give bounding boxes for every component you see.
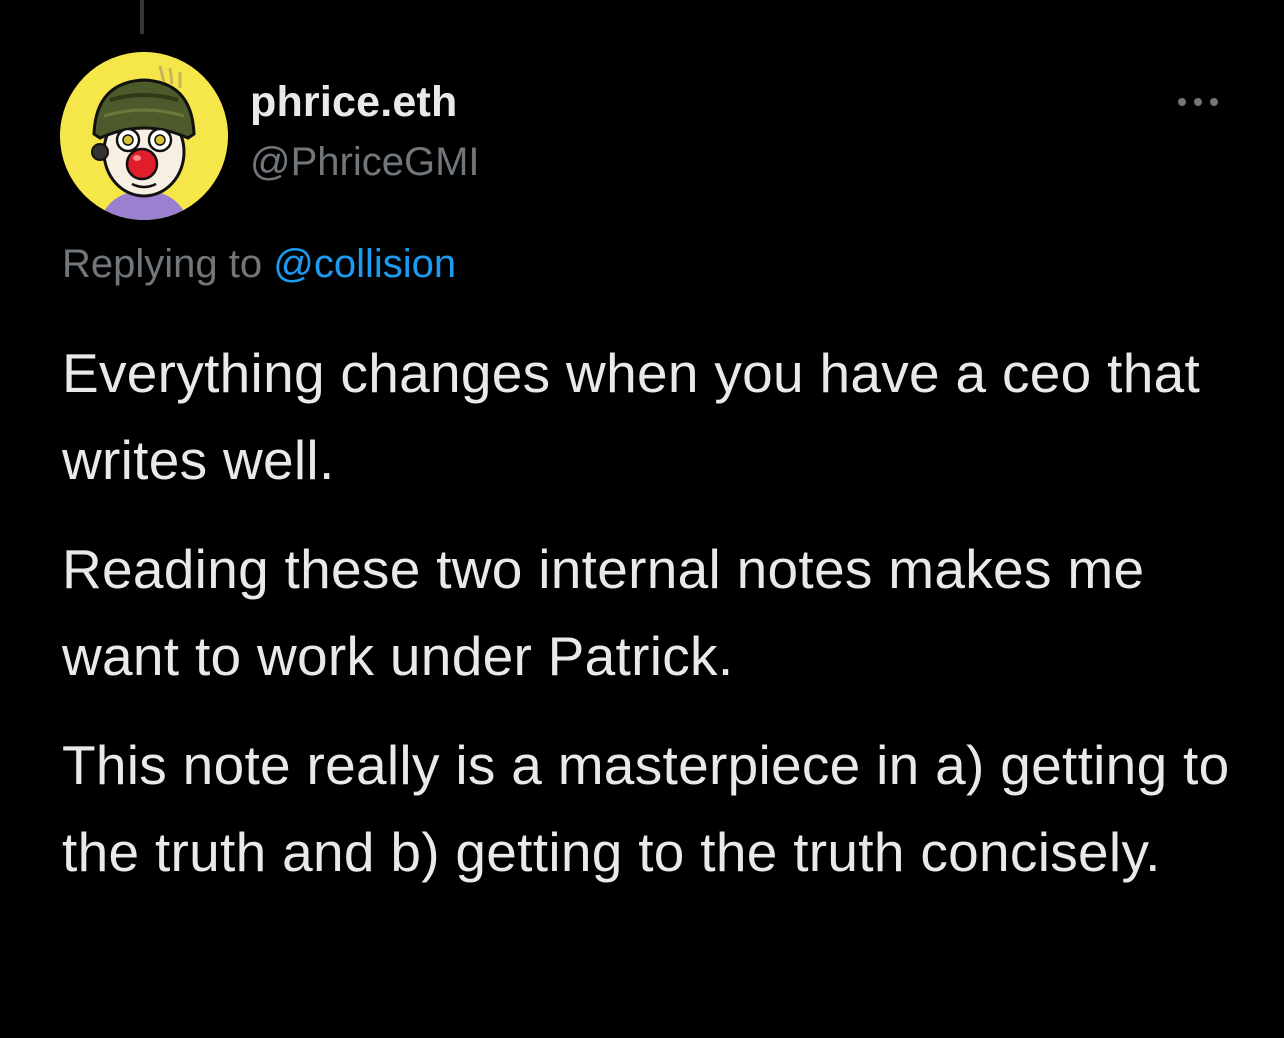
replying-to-line: Replying to @collision	[62, 242, 456, 287]
tweet-paragraph: This note really is a masterpiece in a) …	[62, 734, 1230, 883]
thread-connector-line	[140, 0, 144, 34]
more-horizontal-icon	[1178, 98, 1218, 106]
avatar[interactable]	[60, 52, 228, 220]
avatar-cartoon-icon	[60, 52, 228, 220]
replying-to-label: Replying to	[62, 242, 263, 286]
replying-to-mention-link[interactable]: @collision	[273, 242, 456, 286]
author-handle[interactable]: @PhriceGMI	[250, 140, 480, 185]
author-name[interactable]: phrice.eth	[250, 78, 458, 127]
more-options-button[interactable]	[1170, 82, 1226, 122]
tweet-paragraph: Reading these two internal notes makes m…	[62, 538, 1145, 687]
tweet-paragraph: Everything changes when you have a ceo t…	[62, 342, 1201, 491]
tweet-text: Everything changes when you have a ceo t…	[62, 330, 1252, 918]
